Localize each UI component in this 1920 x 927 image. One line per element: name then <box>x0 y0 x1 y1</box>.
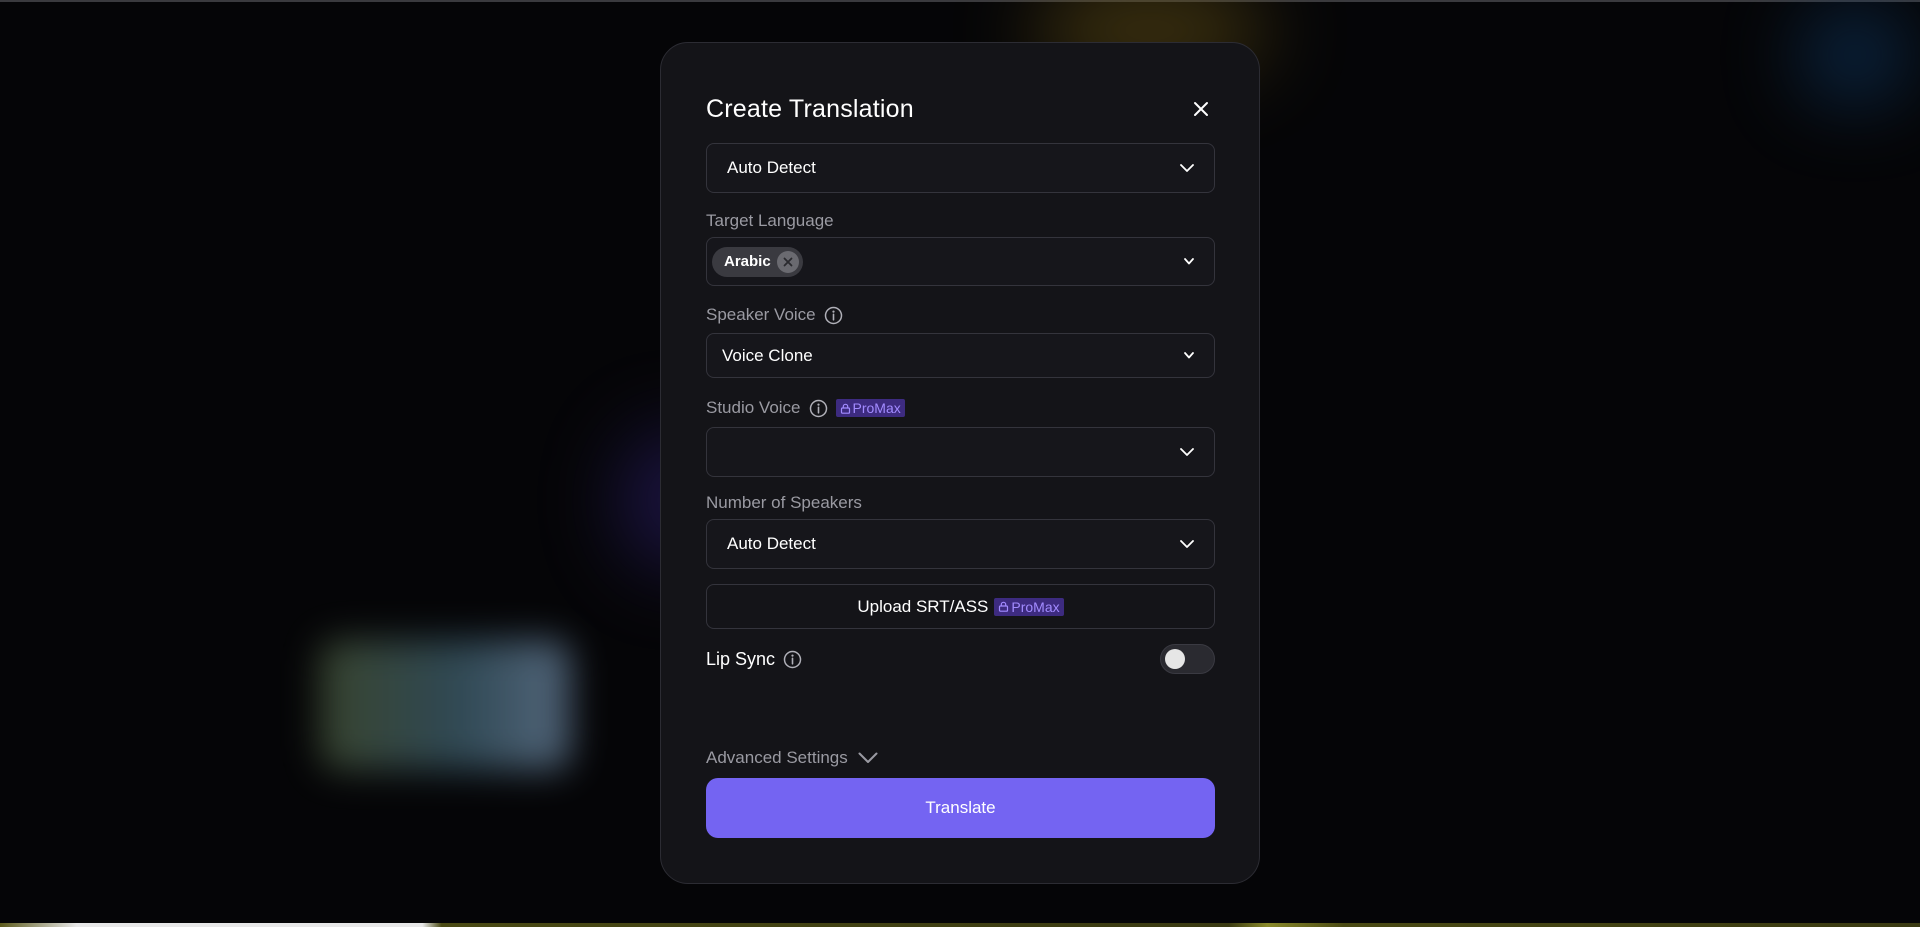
create-translation-modal: Create Translation Auto Detect Target La… <box>660 42 1260 884</box>
translate-button[interactable]: Translate <box>706 778 1215 838</box>
close-button[interactable] <box>1188 96 1214 122</box>
lip-sync-label: Lip Sync <box>706 649 802 670</box>
upload-srt-ass-button[interactable]: Upload SRT/ASS ProMax <box>706 584 1215 629</box>
promax-badge-label: ProMax <box>1011 598 1060 615</box>
number-of-speakers-select[interactable]: Auto Detect <box>706 519 1215 569</box>
studio-voice-label-row: Studio Voice ProMax <box>706 397 1215 419</box>
number-of-speakers-label-row: Number of Speakers <box>706 492 1215 514</box>
taskbar-strip <box>0 923 1920 927</box>
number-of-speakers-value: Auto Detect <box>727 534 816 553</box>
target-language-field: Target Language <box>706 210 1215 232</box>
close-icon <box>1194 102 1208 116</box>
toggle-knob <box>1165 649 1185 669</box>
promax-badge: ProMax <box>994 597 1064 616</box>
chevron-down-icon <box>1180 447 1194 456</box>
lip-sync-row: Lip Sync <box>706 643 1215 675</box>
chevron-down-icon <box>1184 352 1194 359</box>
chevron-down-icon <box>1180 539 1194 548</box>
speaker-voice-select-wrap: Voice Clone <box>706 333 1215 378</box>
info-icon[interactable] <box>809 399 828 418</box>
translate-row: Translate <box>706 778 1215 838</box>
number-of-speakers-select-wrap: Auto Detect <box>706 519 1215 569</box>
number-of-speakers-label: Number of Speakers <box>706 493 862 512</box>
upload-label: Upload SRT/ASS <box>857 596 989 616</box>
info-icon[interactable] <box>783 650 802 669</box>
close-icon <box>783 257 793 266</box>
target-language-select[interactable]: Arabic <box>706 237 1215 286</box>
advanced-settings-row: Advanced Settings <box>706 748 1215 768</box>
source-language-select[interactable]: Auto Detect <box>706 143 1215 193</box>
target-language-label: Target Language <box>706 211 834 230</box>
lock-icon <box>840 403 850 414</box>
top-divider <box>0 0 1920 2</box>
source-language-field: Auto Detect <box>706 143 1215 193</box>
chevron-down-icon <box>1180 163 1194 172</box>
target-language-select-wrap: Arabic <box>706 237 1215 286</box>
blurred-avatar <box>1800 10 1910 100</box>
blurred-video-thumbnail <box>320 640 570 770</box>
lip-sync-toggle[interactable] <box>1160 644 1215 674</box>
chevron-down-icon <box>858 752 878 763</box>
studio-voice-label: Studio Voice ProMax <box>706 397 1215 419</box>
chevron-down-icon <box>1184 258 1194 265</box>
speaker-voice-select[interactable]: Voice Clone <box>706 333 1215 378</box>
promax-badge: ProMax <box>835 399 905 417</box>
studio-voice-label-text: Studio Voice <box>706 398 801 417</box>
advanced-settings-toggle[interactable]: Advanced Settings <box>706 748 1215 768</box>
lip-sync-label-text: Lip Sync <box>706 648 776 669</box>
lock-icon <box>999 601 1009 612</box>
language-chip: Arabic <box>712 246 803 277</box>
speaker-voice-label-row: Speaker Voice <box>706 304 1215 326</box>
promax-badge-label: ProMax <box>852 400 901 416</box>
language-chip-label: Arabic <box>724 253 771 270</box>
speaker-voice-label: Speaker Voice <box>706 304 1215 326</box>
remove-language-button[interactable] <box>776 250 799 273</box>
speaker-voice-value: Voice Clone <box>722 345 813 365</box>
upload-field: Upload SRT/ASS ProMax <box>706 584 1215 629</box>
modal-header: Create Translation <box>706 89 1214 129</box>
source-language-value: Auto Detect <box>727 158 816 177</box>
info-icon[interactable] <box>824 306 843 325</box>
studio-voice-select[interactable] <box>706 427 1215 477</box>
speaker-voice-label-text: Speaker Voice <box>706 305 816 324</box>
modal-title: Create Translation <box>706 94 914 123</box>
advanced-settings-label: Advanced Settings <box>706 748 848 767</box>
studio-voice-select-wrap <box>706 427 1215 477</box>
